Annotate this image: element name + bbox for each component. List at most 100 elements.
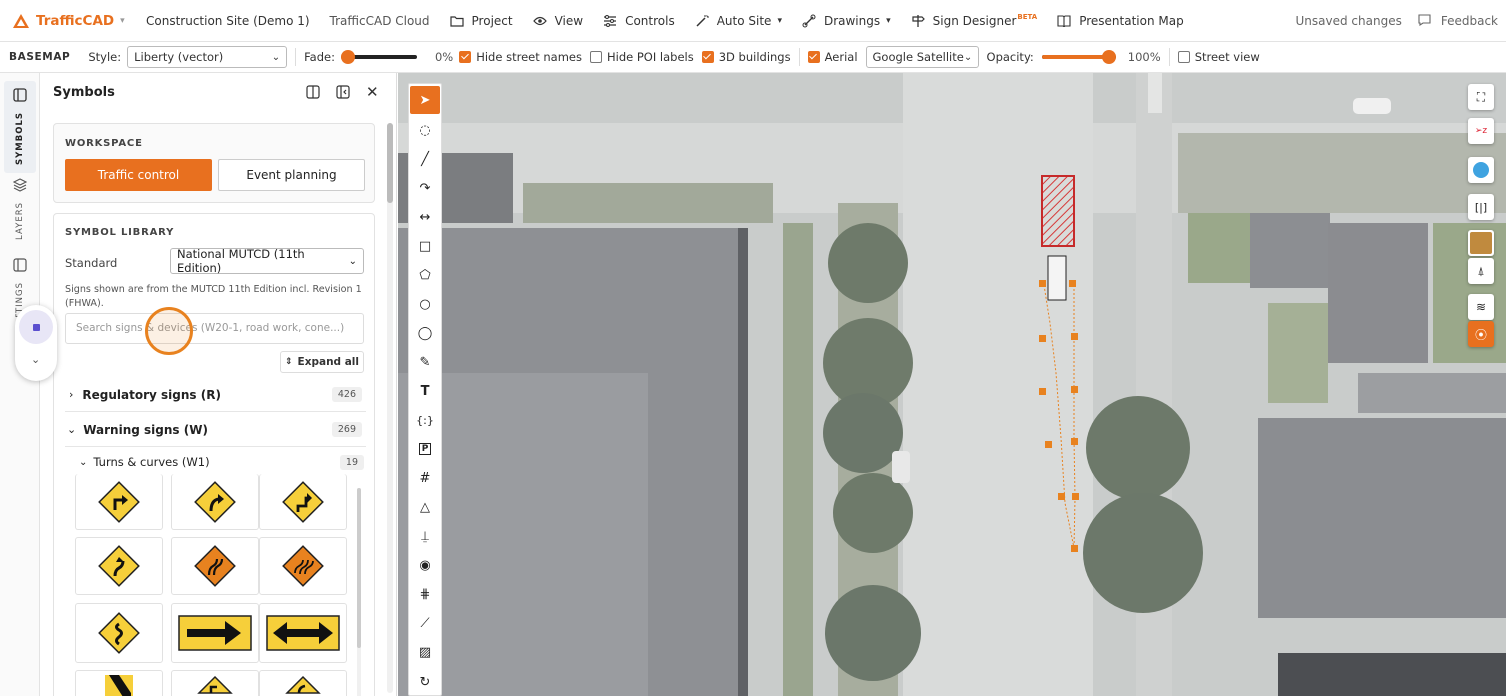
line-tool[interactable]: ╱ bbox=[410, 145, 440, 173]
workspace-traffic-control-button[interactable]: Traffic control bbox=[65, 159, 212, 191]
checkbox-checked-icon bbox=[807, 51, 820, 63]
checkbox-unchecked-icon bbox=[1177, 51, 1190, 63]
feedback-button[interactable]: Feedback bbox=[1418, 13, 1498, 29]
standard-select[interactable]: National MUTCD (11th Edition) ⌄ bbox=[170, 247, 364, 275]
category-regulatory[interactable]: › Regulatory signs (R) 426 bbox=[65, 378, 366, 412]
arc-tool[interactable]: ↷ bbox=[410, 174, 440, 202]
menu-sign-designer[interactable]: Sign Designer BETA bbox=[911, 12, 1038, 28]
parking-icon: P bbox=[418, 443, 432, 455]
rail-tab-symbols[interactable]: SYMBOLS bbox=[4, 81, 36, 173]
hide-street-names-checkbox[interactable]: Hide street names bbox=[459, 50, 582, 64]
pegman-button[interactable]: ⍋ bbox=[1468, 258, 1494, 284]
layers-button[interactable]: ≋ bbox=[1468, 294, 1494, 320]
signal-icon: ⦿ bbox=[1474, 327, 1487, 342]
aerial-checkbox[interactable]: Aerial bbox=[807, 50, 858, 64]
select-tool[interactable]: ➤ bbox=[410, 86, 440, 114]
polygon-tool[interactable]: ⬠ bbox=[410, 261, 440, 289]
beta-badge: BETA bbox=[1017, 12, 1038, 21]
sign-tile-triple-reverse-orange[interactable] bbox=[259, 537, 347, 595]
menu-controls[interactable]: Controls bbox=[603, 14, 675, 28]
crossing-tool[interactable]: ⋕ bbox=[410, 580, 440, 608]
lasso-tool[interactable]: ◌ bbox=[410, 116, 440, 144]
opacity-slider[interactable] bbox=[1041, 50, 1116, 64]
close-icon[interactable]: ✕ bbox=[366, 83, 379, 101]
hide-poi-checkbox[interactable]: Hide POI labels bbox=[590, 50, 694, 64]
chevron-down-icon: ▾ bbox=[777, 15, 782, 26]
expand-all-button[interactable]: ⇕ Expand all bbox=[280, 351, 364, 373]
globe-button[interactable] bbox=[1468, 157, 1494, 183]
aerial-source-select[interactable]: Google Satellite ⌄ bbox=[865, 46, 979, 68]
style-select[interactable]: Liberty (vector) ⌄ bbox=[127, 46, 288, 68]
project-name[interactable]: Construction Site (Demo 1) bbox=[146, 14, 310, 28]
fade-slider[interactable] bbox=[340, 50, 417, 64]
record-button[interactable] bbox=[19, 310, 53, 344]
hatch-tool[interactable]: ▨ bbox=[410, 638, 440, 666]
grid-tool[interactable]: # bbox=[410, 464, 440, 492]
compass-button[interactable]: ➢z bbox=[1468, 118, 1494, 144]
menu-view[interactable]: View bbox=[532, 14, 583, 28]
sign-tile-winding-road[interactable] bbox=[75, 603, 163, 663]
top-bar: TrafficCAD ▾ Construction Site (Demo 1) … bbox=[0, 0, 1506, 42]
bracket-view-button[interactable]: [|] bbox=[1468, 194, 1494, 220]
text-tool[interactable]: T bbox=[410, 377, 440, 405]
floating-widget[interactable]: ⌄ bbox=[15, 305, 57, 381]
sign-tile-two-direction-arrow[interactable] bbox=[259, 603, 347, 663]
logo-icon bbox=[13, 13, 29, 28]
rail-tab-layers[interactable]: LAYERS bbox=[0, 177, 40, 240]
measure-tool[interactable]: ↔ bbox=[410, 203, 440, 231]
ellipse-tool[interactable]: ◯ bbox=[410, 319, 440, 347]
rectangle-tool[interactable]: □ bbox=[410, 232, 440, 260]
sign-tile-right-curve[interactable] bbox=[171, 474, 259, 530]
satellite-thumbnail-button[interactable] bbox=[1468, 230, 1494, 256]
sign-tile-reverse-advisory[interactable] bbox=[259, 670, 347, 696]
symbol-grid-scrollbar-thumb[interactable] bbox=[357, 488, 361, 648]
symbol-grid-scrollbar[interactable] bbox=[357, 488, 361, 696]
subcategory-turns-curves[interactable]: ⌄ Turns & curves (W1) 19 bbox=[79, 452, 364, 472]
fullscreen-button[interactable]: ⛶ bbox=[1468, 84, 1494, 110]
category-warning[interactable]: ⌄ Warning signs (W) 269 bbox=[65, 413, 366, 447]
turn-right-sign-icon bbox=[98, 480, 140, 523]
collapse-panel-icon[interactable] bbox=[336, 85, 350, 103]
sign-tile-chevron[interactable] bbox=[75, 670, 163, 696]
panel-scrollbar[interactable] bbox=[387, 123, 393, 693]
menu-drawings[interactable]: Drawings ▾ bbox=[802, 14, 891, 28]
menu-presentation-map[interactable]: Presentation Map bbox=[1057, 14, 1184, 28]
cloud-link[interactable]: TrafficCAD Cloud bbox=[330, 14, 430, 28]
opacity-slider-knob[interactable] bbox=[1101, 50, 1116, 64]
opacity-value: 100% bbox=[1127, 50, 1161, 64]
menu-auto-site[interactable]: Auto Site ▾ bbox=[695, 14, 782, 28]
pencil-icon: ✎ bbox=[419, 354, 431, 370]
sign-tile-reverse-curve[interactable] bbox=[75, 537, 163, 595]
sign-tile-right-turn[interactable] bbox=[75, 474, 163, 530]
workspace-event-planning-button[interactable]: Event planning bbox=[218, 159, 365, 191]
sign-tile-large-arrow[interactable] bbox=[171, 603, 259, 663]
map-canvas[interactable]: ➤ ◌ ╱ ↷ ↔ □ ⬠ ○ ◯ ✎ T {:} P # △ ⍊ ◉ ⋕ ⟋ … bbox=[398, 73, 1506, 696]
brush-tool[interactable]: ⟋ bbox=[410, 609, 440, 637]
pencil-tool[interactable]: ✎ bbox=[410, 348, 440, 376]
menu-project[interactable]: Project bbox=[449, 14, 513, 28]
street-view-checkbox[interactable]: Street view bbox=[1177, 50, 1260, 64]
sign-tile-double-reverse-orange[interactable] bbox=[171, 537, 259, 595]
circle-icon: ○ bbox=[419, 296, 431, 312]
settings-panel-icon bbox=[13, 257, 27, 276]
split-view-icon[interactable] bbox=[306, 85, 320, 103]
search-input[interactable]: Search signs & devices (W20-1, road work… bbox=[65, 313, 364, 344]
sign-tile-curve-advisory[interactable] bbox=[171, 670, 259, 696]
panel-scrollbar-thumb[interactable] bbox=[387, 123, 393, 203]
target-tool[interactable]: ◉ bbox=[410, 551, 440, 579]
app-menu[interactable]: TrafficCAD ▾ bbox=[12, 13, 132, 29]
circle-tool[interactable]: ○ bbox=[410, 290, 440, 318]
side-rail: SYMBOLS LAYERS SETTINGS bbox=[0, 73, 40, 696]
sign-tile-reverse-turn[interactable] bbox=[259, 474, 347, 530]
expand-icon: ⇕ bbox=[284, 357, 293, 367]
library-note: Signs shown are from the MUTCD 11th Edit… bbox=[65, 284, 362, 309]
path-tool[interactable]: △ bbox=[410, 493, 440, 521]
3d-buildings-checkbox[interactable]: 3D buildings bbox=[701, 50, 791, 64]
location-button[interactable]: ⦿ bbox=[1468, 321, 1494, 347]
fade-slider-knob[interactable] bbox=[340, 50, 355, 64]
parking-tool[interactable]: P bbox=[410, 435, 440, 463]
barrier-tool[interactable]: ⍊ bbox=[410, 522, 440, 550]
chevron-down-icon[interactable]: ⌄ bbox=[31, 353, 40, 366]
rotate-tool[interactable]: ↻ bbox=[410, 668, 440, 696]
bracket-tool[interactable]: {:} bbox=[410, 406, 440, 434]
